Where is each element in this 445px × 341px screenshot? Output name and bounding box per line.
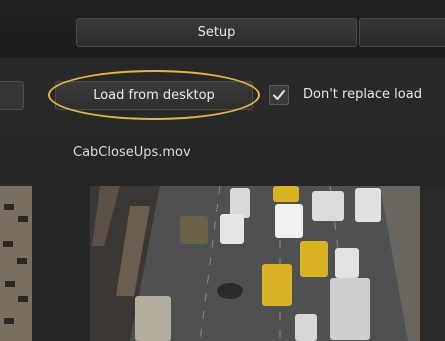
previous-button[interactable] [0, 81, 24, 110]
top-bar: Setup [0, 0, 445, 58]
dont-replace-label: Don't replace load [303, 87, 422, 102]
previous-video-thumbnail[interactable] [0, 186, 32, 341]
video-preview[interactable] [90, 186, 420, 341]
video-filename: CabCloseUps.mov [73, 145, 191, 160]
tab-setup-label: Setup [197, 25, 236, 40]
dont-replace-checkbox[interactable] [269, 85, 289, 105]
load-from-desktop-button[interactable]: Load from desktop [55, 81, 253, 110]
checkmark-icon [273, 90, 285, 100]
load-from-desktop-label: Load from desktop [93, 88, 215, 103]
tab-setup[interactable]: Setup [76, 18, 357, 47]
street-traffic-image [90, 186, 420, 341]
video-right-edge [420, 186, 445, 341]
tab-next[interactable] [359, 18, 445, 47]
building-image [0, 186, 32, 341]
